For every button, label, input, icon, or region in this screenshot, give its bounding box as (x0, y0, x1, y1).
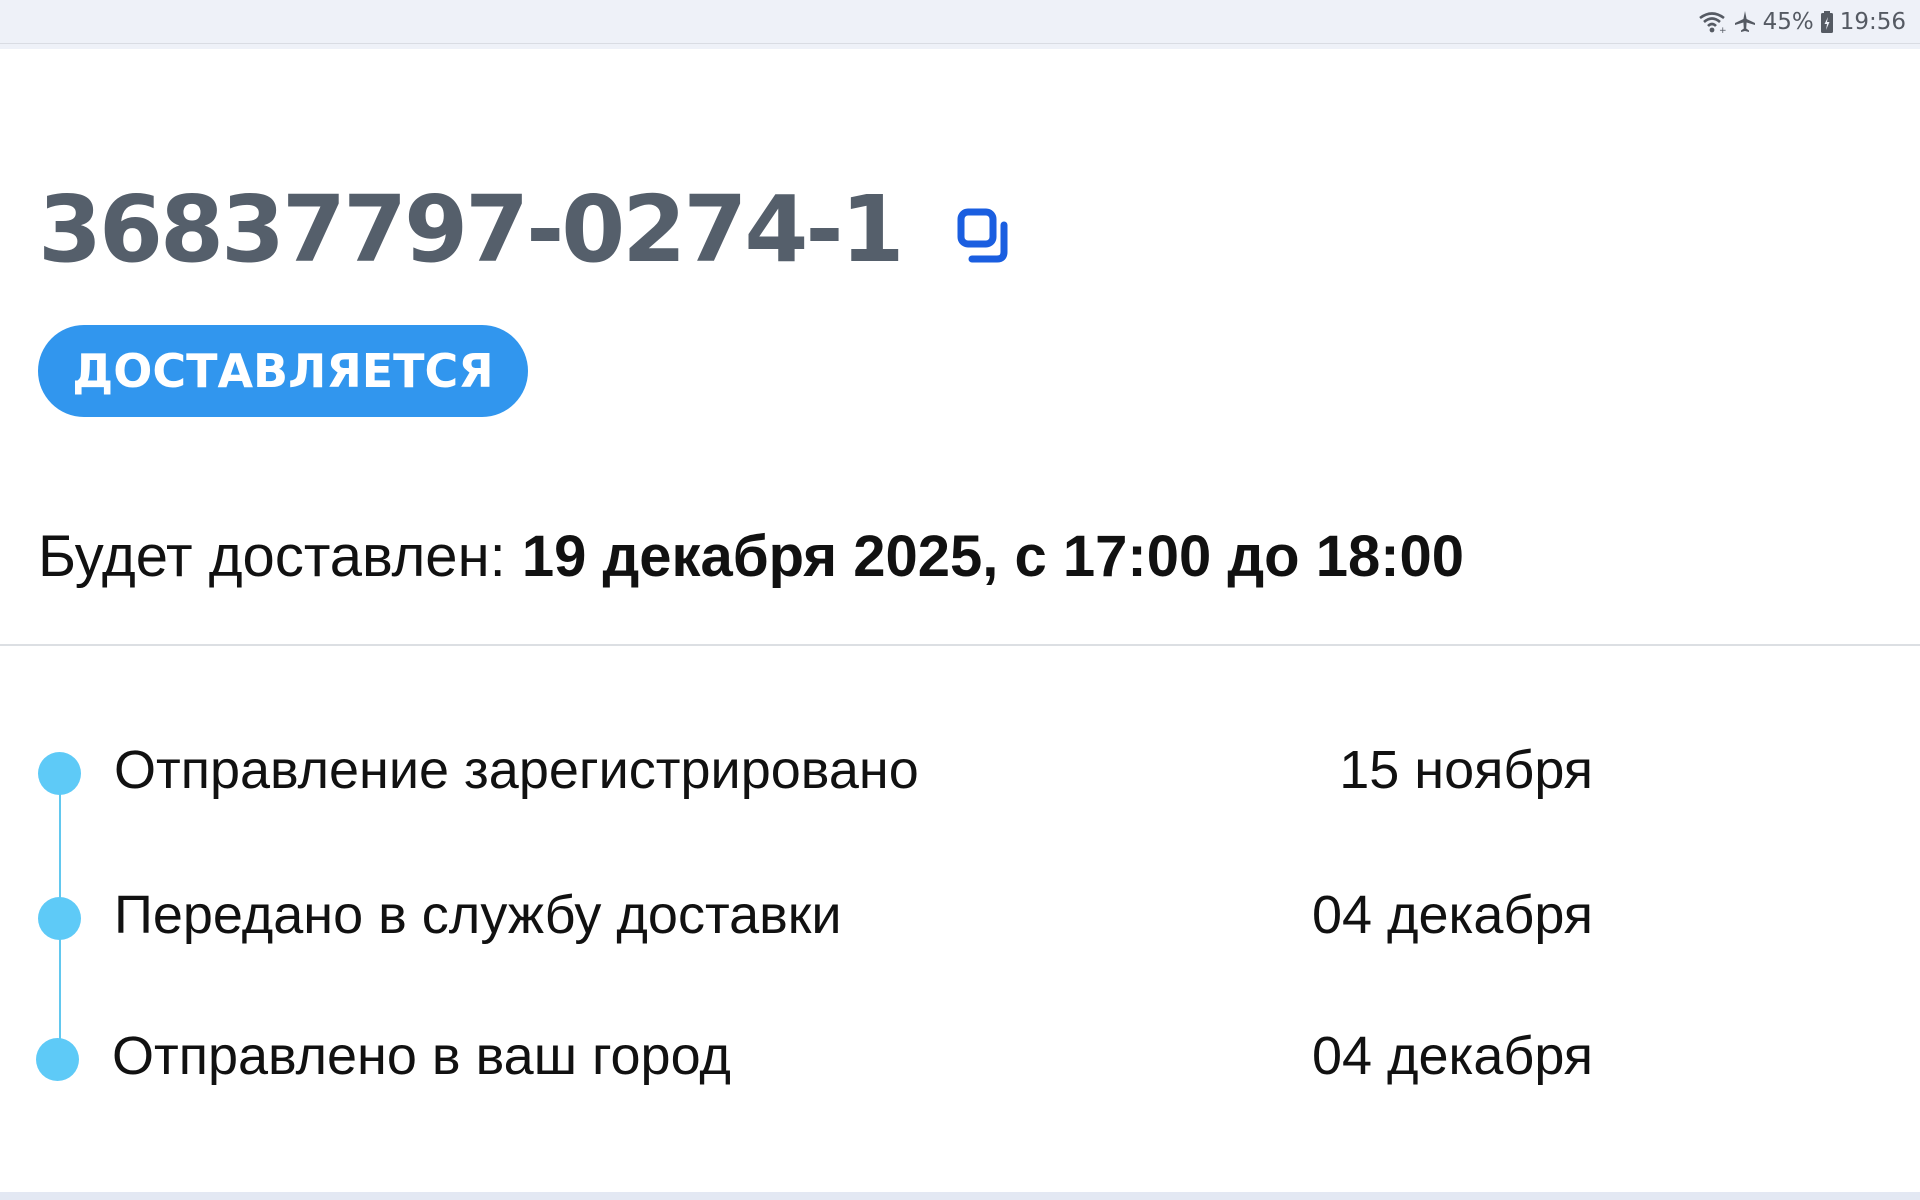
clock: 19:56 (1839, 9, 1906, 35)
timeline-dot (38, 752, 81, 795)
status-badge: ДОСТАВЛЯЕТСЯ (38, 325, 528, 417)
timeline-item: Отправлено в ваш город 04 декабря (0, 1026, 1600, 1139)
battery-icon (1820, 10, 1834, 34)
delivery-estimate: Будет доставлен: 19 декабря 2025, с 17:0… (38, 523, 1464, 590)
status-indicators: + 45% 19:56 (1697, 7, 1906, 37)
timeline-item-label: Передано в службу доставки (114, 885, 842, 945)
airplane-icon (1733, 10, 1757, 34)
timeline-dot (36, 1038, 79, 1081)
timeline-item-label: Отправлено в ваш город (112, 1026, 731, 1086)
copy-icon[interactable] (956, 207, 1014, 265)
timeline-dot (38, 897, 81, 940)
order-card: 36837797-0274-1 ДОСТАВЛЯЕТСЯ Будет доста… (0, 49, 1920, 1192)
timeline-item-date: 15 ноября (1339, 740, 1593, 800)
bottom-edge (0, 1192, 1920, 1200)
timeline-item: Отправление зарегистрировано 15 ноября (0, 740, 1600, 849)
wifi-icon: + (1697, 10, 1727, 34)
timeline-item-label: Отправление зарегистрировано (114, 740, 919, 800)
order-header: 36837797-0274-1 (38, 170, 1014, 290)
svg-text:+: + (1719, 26, 1727, 34)
delivery-datetime: 19 декабря 2025, с 17:00 до 18:00 (521, 524, 1465, 589)
timeline-item: Передано в службу доставки 04 декабря (0, 885, 1600, 994)
timeline-item-date: 04 декабря (1311, 1026, 1593, 1086)
battery-level: 45% (1762, 9, 1814, 35)
delivery-label: Будет доставлен: (38, 524, 522, 589)
timeline-item-date: 04 декабря (1311, 885, 1593, 945)
order-number: 36837797-0274-1 (38, 176, 905, 283)
system-status-bar: + 45% 19:56 (0, 0, 1920, 44)
section-divider (0, 644, 1920, 646)
